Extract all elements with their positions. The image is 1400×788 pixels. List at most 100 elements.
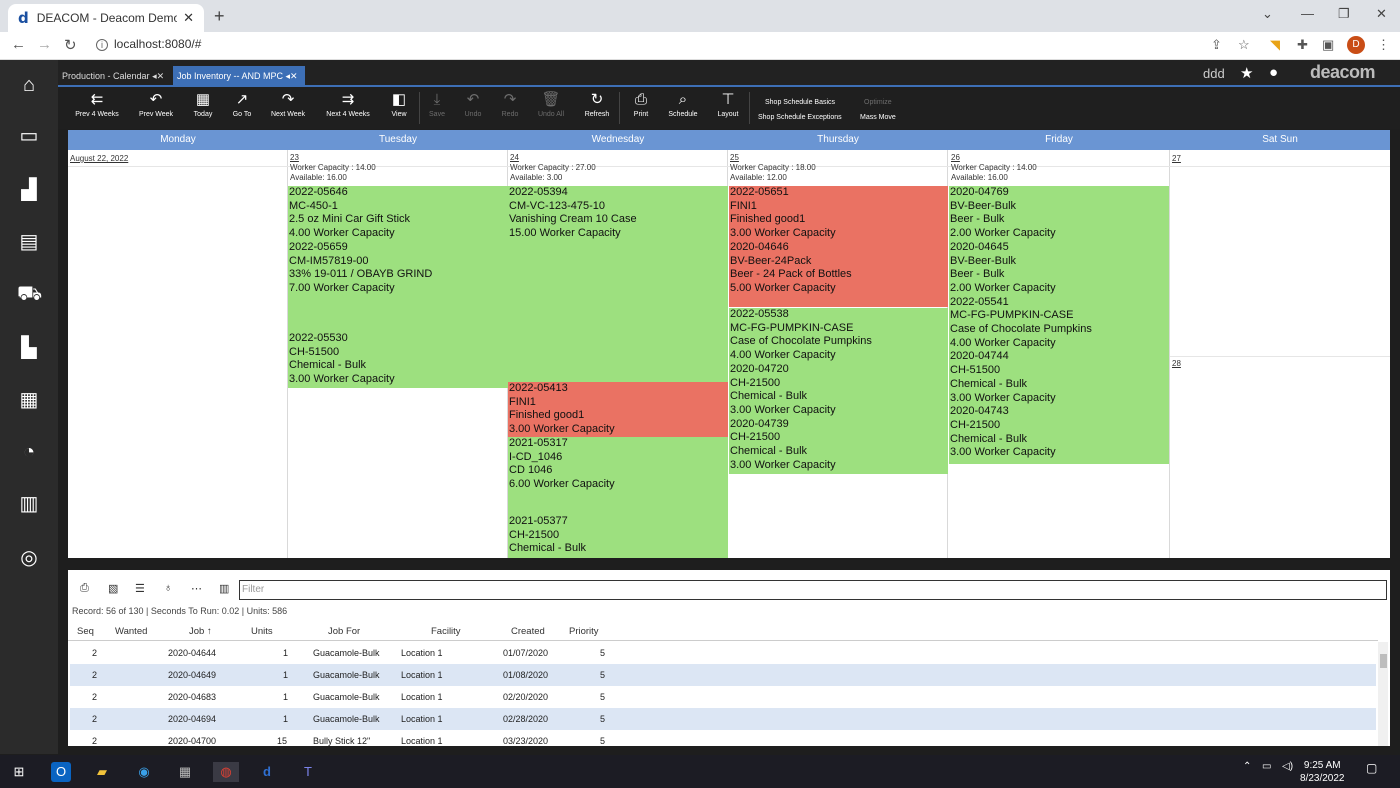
table-row[interactable]: 2 2020-04644 1 Guacamole-Bulk Location 1…: [70, 642, 1376, 664]
teams-icon[interactable]: T: [298, 762, 318, 782]
job-block-wednesday-1[interactable]: 2022-05394 CM-VC-123-475-10 Vanishing Crea…: [508, 186, 728, 382]
day-column-monday[interactable]: [68, 150, 288, 558]
tab-production-calendar[interactable]: Production - Calendar ◂✕: [58, 66, 172, 87]
home-icon[interactable]: ⌂: [17, 73, 41, 97]
close-window-icon[interactable]: ✕: [1376, 6, 1387, 22]
date-monday[interactable]: August 22, 2022: [70, 154, 128, 163]
filter-icon[interactable]: ☰: [135, 582, 145, 595]
document-icon[interactable]: ▥: [17, 492, 41, 516]
tab-job-inventory[interactable]: Job Inventory -- AND MPC ◂✕: [173, 66, 305, 87]
job-block-wednesday-2[interactable]: 2022-05413 FINI1 Finished good1 3.00 Worker…: [508, 382, 728, 437]
day-column-weekend[interactable]: [1170, 150, 1390, 558]
table-row[interactable]: 2 2020-04649 1 Guacamole-Bulk Location 1…: [70, 664, 1376, 686]
tab-search-icon[interactable]: ⌄: [1262, 6, 1273, 22]
today-button[interactable]: ▦ Today: [188, 89, 218, 118]
profile-avatar[interactable]: D: [1347, 36, 1365, 54]
schedule-button[interactable]: ⌕ Schedule: [666, 89, 700, 118]
new-tab-icon[interactable]: +: [214, 6, 225, 27]
favorites-star-icon[interactable]: ★: [1240, 64, 1253, 82]
grid-scrollbar[interactable]: [1378, 642, 1388, 746]
prev-week-button[interactable]: ↶ Prev Week: [136, 89, 176, 118]
forward-icon[interactable]: →: [37, 36, 52, 53]
job-block-thursday-1[interactable]: 2022-05651 FINI1 Finished good1 3.00 Worker…: [729, 186, 948, 241]
next-week-button[interactable]: ↷ Next Week: [268, 89, 308, 118]
column-header-created[interactable]: Created: [511, 626, 545, 637]
deacom-app-icon[interactable]: d: [257, 762, 277, 782]
browser-tab[interactable]: d DEACOM - Deacom Demo - Job ✕: [8, 4, 204, 32]
extensions-icon[interactable]: ✚: [1297, 37, 1308, 53]
table-row[interactable]: 2 2020-04683 1 Guacamole-Bulk Location 1…: [70, 686, 1376, 708]
date-sunday[interactable]: 28: [1172, 359, 1181, 368]
handshake-icon[interactable]: ◔: [17, 440, 41, 464]
url-field[interactable]: i localhost:8080/#: [96, 37, 201, 51]
view-button[interactable]: ◧ View: [386, 89, 412, 118]
go-to-button[interactable]: ↗ Go To: [228, 89, 256, 118]
minimize-icon[interactable]: —: [1301, 6, 1314, 21]
windows-start-icon[interactable]: ⊞: [9, 762, 29, 782]
clock[interactable]: 9:25 AM 8/23/2022: [1300, 759, 1345, 785]
remote-icon[interactable]: ◉: [134, 762, 154, 782]
date-wednesday[interactable]: 24: [510, 153, 519, 162]
file-explorer-icon[interactable]: ▰: [92, 762, 112, 782]
shop-schedule-basics-link[interactable]: Shop Schedule Basics: [765, 99, 835, 106]
refresh-button[interactable]: ↻ Refresh: [582, 89, 612, 118]
job-block-tuesday-1[interactable]: 2022-05646 MC-450-1 2.5 oz Mini Car Gift S…: [288, 186, 508, 332]
user-icon[interactable]: ●: [1269, 64, 1278, 81]
undo-button[interactable]: ↶ Undo: [461, 89, 485, 118]
more-icon[interactable]: ⋯: [191, 582, 202, 595]
forklift-icon[interactable]: ⛟: [17, 282, 42, 306]
menu-icon[interactable]: ⋮: [1377, 37, 1390, 53]
date-friday[interactable]: 26: [951, 153, 960, 162]
scrollbar-thumb[interactable]: [1380, 654, 1387, 668]
column-header-units[interactable]: Units: [251, 626, 273, 637]
rss-icon[interactable]: ◥: [1270, 37, 1280, 53]
job-block-thursday-3[interactable]: 2022-05538 MC-FG-PUMPKIN-CASE Case of Choc…: [729, 308, 948, 474]
export-icon[interactable]: ▧: [108, 582, 118, 595]
share-icon[interactable]: ⇪: [1211, 37, 1222, 53]
volume-icon[interactable]: ◁): [1282, 761, 1293, 772]
table-row[interactable]: 2 2020-04694 1 Guacamole-Bulk Location 1…: [70, 708, 1376, 730]
database-icon[interactable]: ◎: [17, 546, 41, 570]
prev-4-weeks-button[interactable]: ⇇ Prev 4 Weeks: [74, 89, 120, 118]
date-tuesday[interactable]: 23: [290, 153, 299, 162]
date-saturday[interactable]: 27: [1172, 154, 1181, 163]
close-tab-icon[interactable]: ✕: [183, 10, 194, 26]
restore-icon[interactable]: ❐: [1338, 6, 1350, 22]
report-search-icon[interactable]: ▤: [17, 230, 41, 254]
column-header-job-for[interactable]: Job For: [328, 626, 360, 637]
column-header-seq[interactable]: Seq: [77, 626, 94, 637]
ddd-icon[interactable]: ddd: [1203, 66, 1225, 81]
tray-chevron-icon[interactable]: ⌃: [1243, 761, 1251, 772]
layout-button[interactable]: ⊤ Layout: [714, 89, 742, 118]
job-block-friday-1[interactable]: 2020-04769 BV-Beer-Bulk Beer - Bulk 2.00 Wo…: [949, 186, 1169, 464]
chart-icon[interactable]: ▟: [17, 178, 41, 202]
pin-icon[interactable]: ♁: [164, 582, 172, 594]
calculator-icon[interactable]: ▦: [17, 388, 41, 412]
filter-input[interactable]: Filter: [239, 580, 1387, 600]
computer-icon[interactable]: ▭: [17, 124, 41, 148]
bookmark-star-icon[interactable]: ☆: [1238, 37, 1250, 53]
next-4-weeks-button[interactable]: ⇉ Next 4 Weeks: [324, 89, 372, 118]
outlook-icon[interactable]: O: [51, 762, 71, 782]
columns-icon[interactable]: ▥: [219, 582, 229, 595]
chrome-icon[interactable]: ◍: [213, 762, 239, 782]
reload-icon[interactable]: ↻: [64, 36, 77, 54]
print-button[interactable]: ⎙ Print: [630, 89, 652, 118]
save-button[interactable]: ⤓ Save: [426, 89, 448, 118]
back-icon[interactable]: ←: [11, 36, 26, 53]
battery-icon[interactable]: ▭: [1262, 761, 1271, 772]
notifications-icon[interactable]: ▢: [1366, 761, 1377, 775]
undo-all-button[interactable]: 🗑 Undo All: [534, 89, 568, 118]
column-header-facility[interactable]: Facility: [431, 626, 461, 637]
redo-button[interactable]: ↷ Redo: [498, 89, 522, 118]
mass-move-link[interactable]: Mass Move: [860, 114, 896, 121]
job-block-wednesday-3[interactable]: 2021-05317 I-CD_1046 CD 1046 6.00 Worker Ca…: [508, 437, 728, 515]
factory-icon[interactable]: ▙: [17, 336, 41, 360]
column-header-job[interactable]: Job ↑: [189, 626, 212, 637]
print-icon[interactable]: ⎙: [80, 582, 89, 595]
shop-schedule-exceptions-link[interactable]: Shop Schedule Exceptions: [758, 114, 842, 121]
sidepanel-icon[interactable]: ▣: [1322, 37, 1334, 53]
date-thursday[interactable]: 25: [730, 153, 739, 162]
job-block-wednesday-4[interactable]: 2021-05377 CH-21500 Chemical - Bulk: [508, 515, 728, 558]
job-block-tuesday-2[interactable]: 2022-05530 CH-51500 Chemical - Bulk 3.00 Wo…: [288, 332, 508, 388]
